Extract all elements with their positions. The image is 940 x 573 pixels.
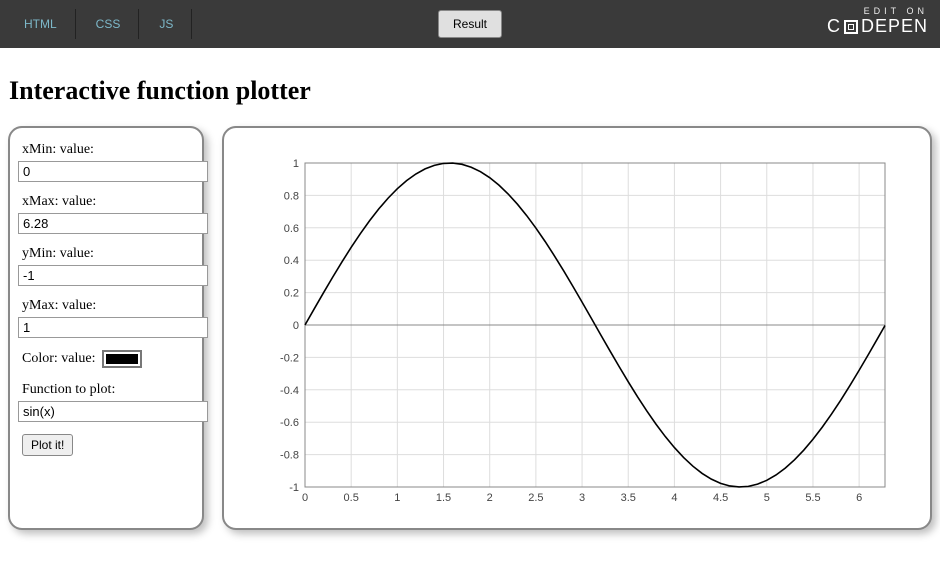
page-title: Interactive function plotter bbox=[9, 76, 932, 106]
svg-text:0.4: 0.4 bbox=[284, 255, 299, 267]
xmax-field: xMax: value: bbox=[22, 194, 190, 234]
ymax-field: yMax: value: bbox=[22, 298, 190, 338]
codepen-brand[interactable]: EDIT ON C DEPEN bbox=[827, 6, 928, 37]
ymin-input[interactable] bbox=[18, 265, 208, 286]
svg-text:-1: -1 bbox=[289, 482, 299, 494]
plot-button[interactable]: Plot it! bbox=[22, 434, 73, 456]
svg-text:3: 3 bbox=[579, 492, 585, 504]
controls-panel: xMin: value: xMax: value: yMin: value: y… bbox=[8, 126, 204, 530]
svg-text:-0.2: -0.2 bbox=[280, 352, 299, 364]
svg-text:0.8: 0.8 bbox=[284, 190, 299, 202]
svg-text:0: 0 bbox=[302, 492, 308, 504]
svg-text:1: 1 bbox=[293, 158, 299, 170]
xmax-label: xMax: value: bbox=[22, 194, 190, 210]
svg-text:-0.6: -0.6 bbox=[280, 417, 299, 429]
topbar: HTML CSS JS Result EDIT ON C DEPEN bbox=[0, 0, 940, 48]
svg-text:2: 2 bbox=[487, 492, 493, 504]
logo-text-left: C bbox=[827, 16, 841, 37]
svg-text:0.5: 0.5 bbox=[344, 492, 359, 504]
chart: 0 0.5 1 1.5 2 2.5 3 3.5 4 4.5 5 5.5 6 -1 -0.8 -0.6 -0.4 -… bbox=[257, 145, 897, 515]
svg-text:5.5: 5.5 bbox=[805, 492, 820, 504]
svg-text:-0.4: -0.4 bbox=[280, 385, 299, 397]
tab-js[interactable]: JS bbox=[141, 9, 192, 39]
plot-panel: 0 0.5 1 1.5 2 2.5 3 3.5 4 4.5 5 5.5 6 -1 -0.8 -0.6 -0.4 -… bbox=[222, 126, 932, 530]
xmax-input[interactable] bbox=[18, 213, 208, 234]
svg-text:0: 0 bbox=[293, 320, 299, 332]
edit-on-label: EDIT ON bbox=[827, 6, 928, 16]
ymin-field: yMin: value: bbox=[22, 246, 190, 286]
color-input[interactable] bbox=[102, 350, 142, 368]
color-field: Color: value: bbox=[22, 350, 190, 368]
svg-text:0.2: 0.2 bbox=[284, 288, 299, 300]
ymax-input[interactable] bbox=[18, 317, 208, 338]
xmin-label: xMin: value: bbox=[22, 142, 190, 158]
tab-html[interactable]: HTML bbox=[6, 9, 76, 39]
svg-text:6: 6 bbox=[856, 492, 862, 504]
function-label: Function to plot: bbox=[22, 382, 190, 398]
svg-text:4: 4 bbox=[671, 492, 677, 504]
ymax-label: yMax: value: bbox=[22, 298, 190, 314]
xmin-input[interactable] bbox=[18, 161, 208, 182]
svg-text:4.5: 4.5 bbox=[713, 492, 728, 504]
result-button[interactable]: Result bbox=[438, 10, 502, 38]
logo-text-right: DEPEN bbox=[861, 16, 928, 37]
page-content: Interactive function plotter xMin: value… bbox=[0, 48, 940, 538]
function-field: Function to plot: bbox=[22, 382, 190, 422]
svg-text:-0.8: -0.8 bbox=[280, 450, 299, 462]
ymin-label: yMin: value: bbox=[22, 246, 190, 262]
svg-text:0.6: 0.6 bbox=[284, 223, 299, 235]
cube-icon bbox=[844, 20, 858, 34]
color-label: Color: value: bbox=[22, 351, 96, 367]
codepen-logo: C DEPEN bbox=[827, 16, 928, 37]
svg-text:3.5: 3.5 bbox=[621, 492, 636, 504]
editor-tabs: HTML CSS JS bbox=[0, 9, 192, 39]
function-input[interactable] bbox=[18, 401, 208, 422]
xmin-field: xMin: value: bbox=[22, 142, 190, 182]
svg-text:1.5: 1.5 bbox=[436, 492, 451, 504]
svg-text:5: 5 bbox=[764, 492, 770, 504]
svg-text:2.5: 2.5 bbox=[528, 492, 543, 504]
tab-css[interactable]: CSS bbox=[78, 9, 140, 39]
svg-text:1: 1 bbox=[394, 492, 400, 504]
panels: xMin: value: xMax: value: yMin: value: y… bbox=[8, 126, 932, 530]
